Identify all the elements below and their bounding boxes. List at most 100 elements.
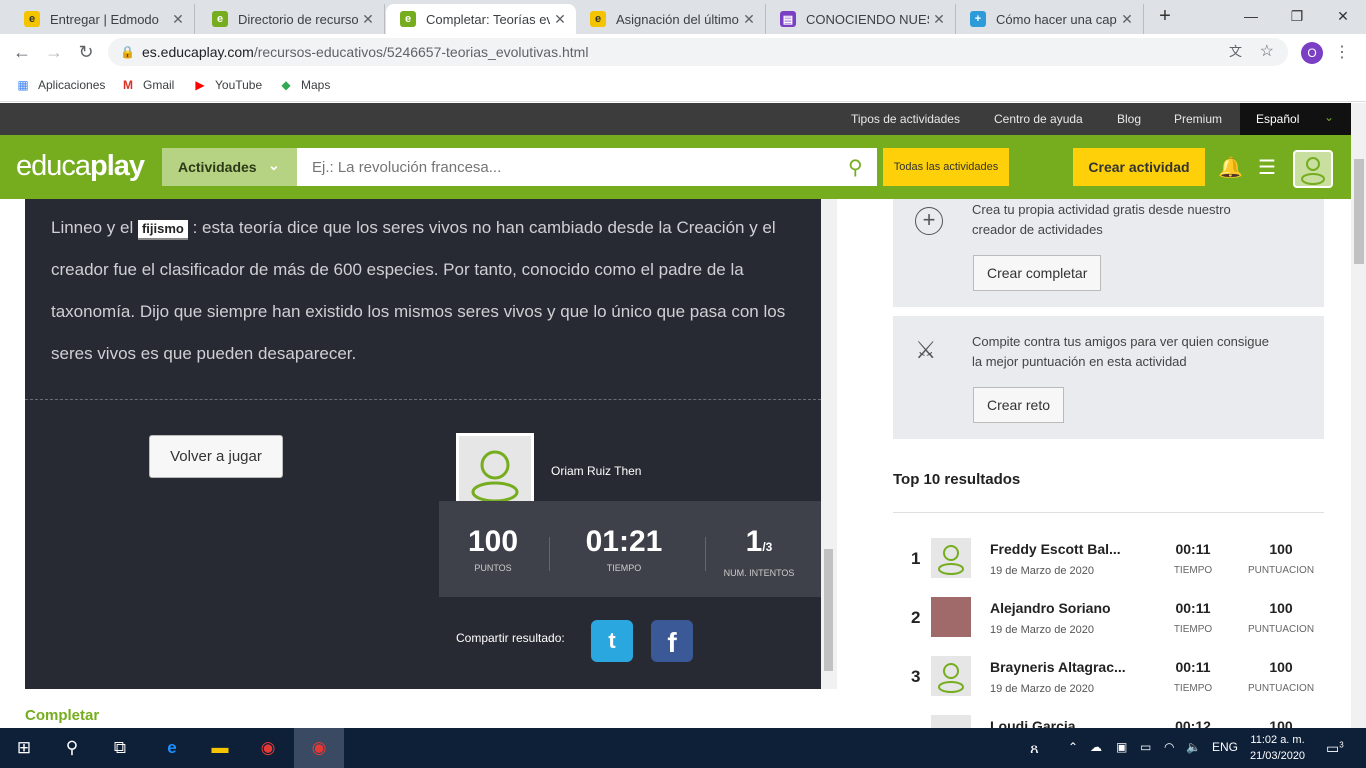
maximize-icon[interactable]: ❐ bbox=[1274, 0, 1320, 32]
edge-icon[interactable]: e bbox=[148, 728, 196, 768]
maps-pin-icon: ◆ bbox=[281, 78, 291, 92]
back-arrow-icon[interactable]: ← bbox=[10, 42, 34, 62]
nav-tipos-actividades[interactable]: Tipos de actividades bbox=[851, 112, 960, 126]
result-row: 1 Freddy Escott Bal... 19 de Marzo de 20… bbox=[893, 532, 1324, 582]
result-row: Loudi Garcia 00:12 100 bbox=[893, 709, 1324, 728]
tab-asignacion[interactable]: e Asignación del último in ✕ bbox=[576, 4, 766, 34]
address-bar-row: ← → ↻ 🔒 es.educaplay.com/recursos-educat… bbox=[0, 34, 1366, 70]
user-icon bbox=[1301, 157, 1325, 185]
youtube-icon: ▶ bbox=[195, 78, 205, 92]
facebook-icon[interactable]: f bbox=[651, 620, 693, 662]
close-tab-icon[interactable]: ✕ bbox=[739, 11, 759, 28]
clock[interactable]: 11:02 a. m. 21/03/2020 bbox=[1250, 732, 1305, 764]
wifi-icon[interactable]: ◠ bbox=[1164, 740, 1174, 754]
file-explorer-icon[interactable]: ▬ bbox=[196, 728, 244, 768]
search-input[interactable] bbox=[297, 148, 877, 186]
user-icon bbox=[471, 450, 519, 503]
top-results-title: Top 10 resultados bbox=[893, 471, 1021, 488]
language-selector[interactable]: Español ⌄ bbox=[1240, 103, 1351, 135]
new-tab-icon[interactable]: + bbox=[1142, 0, 1188, 32]
all-activities-button[interactable]: Todas las actividades bbox=[883, 148, 1009, 186]
close-tab-icon[interactable]: ✕ bbox=[929, 11, 949, 28]
replay-button[interactable]: Volver a jugar bbox=[149, 435, 283, 478]
result-row: 2 Alejandro Soriano 19 de Marzo de 2020 … bbox=[893, 591, 1324, 641]
nav-centro-ayuda[interactable]: Centro de ayuda bbox=[994, 112, 1083, 126]
attempts-stat: 1/3 NUM. INTENTOS bbox=[723, 525, 795, 578]
close-tab-icon[interactable]: ✕ bbox=[358, 11, 378, 28]
tab-conociendo[interactable]: ▤ CONOCIENDO NUESTR ✕ bbox=[766, 4, 956, 34]
divider bbox=[893, 512, 1324, 513]
profile-avatar[interactable]: O bbox=[1301, 42, 1323, 64]
activities-dropdown[interactable]: Actividades ⌄ bbox=[162, 148, 297, 186]
scrollbar-thumb[interactable] bbox=[1354, 159, 1364, 264]
chrome-profile-icon[interactable]: ◉ bbox=[294, 728, 344, 768]
tab-strip: e Entregar | Edmodo ✕ e Directorio de re… bbox=[0, 0, 1366, 34]
user-icon bbox=[938, 663, 964, 693]
page-scrollbar[interactable] bbox=[1351, 103, 1366, 728]
close-tab-icon[interactable]: ✕ bbox=[550, 11, 570, 28]
search-icon[interactable]: ⚲ bbox=[48, 728, 96, 768]
people-icon[interactable]: ጸ bbox=[1030, 740, 1039, 757]
twitter-icon[interactable]: t bbox=[591, 620, 633, 662]
create-activity-button[interactable]: Crear actividad bbox=[1073, 148, 1205, 186]
chevron-down-icon: ⌄ bbox=[268, 157, 280, 173]
edmodo-icon: e bbox=[590, 11, 606, 27]
chrome-icon[interactable]: ◉ bbox=[244, 728, 292, 768]
reload-icon[interactable]: ↻ bbox=[74, 42, 98, 62]
bookmark-youtube[interactable]: ▶ YouTube bbox=[192, 78, 262, 92]
language-indicator[interactable]: ENG bbox=[1212, 740, 1238, 754]
player-name: Oriam Ruiz Then bbox=[551, 464, 642, 478]
panel-scrollbar[interactable] bbox=[821, 199, 837, 689]
apps-grid-icon: ▦ bbox=[17, 78, 29, 92]
chevron-down-icon: ⌄ bbox=[1324, 110, 1335, 124]
antivirus-icon[interactable]: ▣ bbox=[1116, 740, 1127, 754]
lock-icon: 🔒 bbox=[120, 45, 135, 59]
bell-icon[interactable]: 🔔 bbox=[1218, 155, 1243, 180]
bookmark-maps[interactable]: ◆ Maps bbox=[278, 78, 330, 92]
plus-icon: + bbox=[970, 11, 986, 27]
answer-blank[interactable]: fijismo bbox=[137, 220, 188, 240]
minimize-icon[interactable]: — bbox=[1228, 0, 1274, 32]
forms-icon: ▤ bbox=[780, 11, 796, 27]
chat-icon[interactable]: ☰ bbox=[1258, 155, 1276, 180]
menu-dots-icon[interactable]: ⋮ bbox=[1334, 42, 1350, 62]
star-icon[interactable]: ☆ bbox=[1260, 38, 1274, 66]
user-avatar[interactable] bbox=[1293, 150, 1333, 188]
url-field[interactable]: 🔒 es.educaplay.com/recursos-educativos/5… bbox=[108, 38, 1288, 66]
educaplay-logo[interactable]: educaplay bbox=[16, 150, 145, 183]
search-icon[interactable]: ⚲ bbox=[848, 155, 863, 180]
section-title: Completar bbox=[25, 707, 100, 724]
close-tab-icon[interactable]: ✕ bbox=[168, 11, 188, 28]
create-challenge-button[interactable]: Crear reto bbox=[973, 387, 1065, 423]
tab-completar-active[interactable]: e Completar: Teorías evol ✕ bbox=[386, 4, 576, 34]
edmodo-icon: e bbox=[24, 11, 40, 27]
forward-arrow-icon[interactable]: → bbox=[42, 42, 66, 62]
nav-blog[interactable]: Blog bbox=[1117, 112, 1141, 126]
gmail-icon: M bbox=[123, 78, 133, 92]
tab-captura[interactable]: + Cómo hacer una captur ✕ bbox=[956, 4, 1144, 34]
volume-icon[interactable]: 🔈 bbox=[1186, 740, 1201, 754]
cloud-icon[interactable]: ☁ bbox=[1090, 740, 1102, 754]
bookmark-apps[interactable]: ▦ Aplicaciones bbox=[15, 78, 105, 92]
close-tab-icon[interactable]: ✕ bbox=[1117, 11, 1137, 28]
result-row: 3 Brayneris Altagrac... 19 de Marzo de 2… bbox=[893, 650, 1324, 700]
scrollbar-thumb[interactable] bbox=[824, 549, 833, 671]
avatar bbox=[931, 538, 971, 578]
game-panel: Linneo y el fijismo : esta teoría dice q… bbox=[25, 199, 821, 689]
results-stats: 100 PUNTOS 01:21 TIEMPO 1/3 NUM. INTENTOS bbox=[439, 501, 821, 597]
notifications-icon[interactable]: ▭3 bbox=[1326, 740, 1344, 757]
create-completar-button[interactable]: Crear completar bbox=[973, 255, 1102, 291]
battery-icon[interactable]: ▭ bbox=[1140, 740, 1151, 754]
share-label: Compartir resultado: bbox=[456, 631, 565, 645]
task-view-icon[interactable]: ⧉ bbox=[96, 728, 144, 768]
translate-icon[interactable]: 文 bbox=[1229, 38, 1242, 66]
tab-directorio[interactable]: e Directorio de recursos e ✕ bbox=[198, 4, 385, 34]
chevron-up-icon[interactable]: ⌃ bbox=[1068, 740, 1078, 754]
site-header: educaplay Actividades⌄ ⚲ Todas las activ… bbox=[0, 135, 1351, 199]
windows-start-icon[interactable]: ⊞ bbox=[0, 728, 48, 768]
plus-circle-icon: + bbox=[915, 207, 943, 235]
nav-premium[interactable]: Premium bbox=[1174, 112, 1222, 126]
bookmark-gmail[interactable]: M Gmail bbox=[120, 78, 174, 92]
tab-edmodo-entregar[interactable]: e Entregar | Edmodo ✕ bbox=[10, 4, 195, 34]
close-window-icon[interactable]: ✕ bbox=[1320, 0, 1366, 32]
